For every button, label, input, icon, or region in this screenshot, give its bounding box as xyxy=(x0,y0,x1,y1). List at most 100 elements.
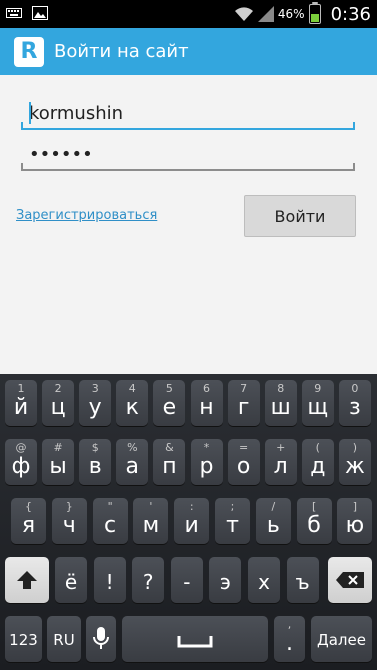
key-label: л xyxy=(273,454,288,479)
key-hint: 3 xyxy=(91,382,99,395)
clock: 0:36 xyxy=(330,3,371,25)
key-ш[interactable]: 8ш xyxy=(264,380,297,426)
key-ф[interactable]: @ ф xyxy=(5,439,37,485)
key-ы[interactable]: # ы xyxy=(42,439,75,485)
key-л[interactable]: + л xyxy=(264,439,297,485)
key-х[interactable]: х xyxy=(248,557,280,603)
key-й[interactable]: 1й xyxy=(5,380,37,426)
key-ё[interactable]: ё xyxy=(55,557,87,603)
key-hint: 6 xyxy=(203,382,210,395)
key-к[interactable]: 4к xyxy=(116,380,149,426)
period-char: . xyxy=(286,631,293,656)
app-logo-icon[interactable]: R xyxy=(14,37,44,67)
key-э[interactable]: э xyxy=(209,557,242,603)
key-![interactable]: ! xyxy=(93,557,126,603)
voice-input-key[interactable] xyxy=(86,616,116,662)
key-label: х xyxy=(258,570,270,594)
key-hint: @ xyxy=(15,441,27,454)
key-label: ц xyxy=(50,395,66,420)
key-hint: # xyxy=(53,441,63,454)
key-hint: $ xyxy=(91,441,99,454)
login-button[interactable]: Войти xyxy=(244,195,356,237)
key-ц[interactable]: 2ц xyxy=(42,380,75,426)
key-label: ф xyxy=(11,454,31,479)
key-hint: 1 xyxy=(17,382,25,395)
key-hint: ; xyxy=(230,500,235,513)
key-label: й xyxy=(13,395,29,420)
key-hint: } xyxy=(65,500,73,513)
key-б[interactable]: [б xyxy=(296,498,332,544)
period-key[interactable]: , . xyxy=(274,616,305,662)
key-label: щ xyxy=(307,395,329,420)
password-field[interactable] xyxy=(21,137,355,171)
key-д[interactable]: (д xyxy=(301,439,334,485)
key-label: - xyxy=(183,570,191,594)
key-hint: 5 xyxy=(165,382,173,395)
space-bar-icon xyxy=(177,636,213,648)
key-hint: + xyxy=(276,441,286,454)
key-label: к xyxy=(125,395,139,420)
mode-123-key[interactable]: 123 xyxy=(5,616,42,662)
key-т[interactable]: ; т xyxy=(215,498,250,544)
key-я[interactable]: {я xyxy=(11,498,46,544)
next-key[interactable]: Далее xyxy=(311,616,372,662)
key-hint: [ xyxy=(311,500,317,513)
key-label: е xyxy=(162,395,177,420)
image-notification-icon xyxy=(32,6,48,20)
key-hint: 2 xyxy=(54,382,62,395)
status-bar: 46% 0:36 xyxy=(0,0,377,28)
password-input[interactable] xyxy=(21,137,355,171)
key-и[interactable]: :и xyxy=(174,498,210,544)
key-label: ъ xyxy=(295,570,310,594)
key-с[interactable]: " с xyxy=(92,498,128,544)
key-о[interactable]: = о xyxy=(227,439,260,485)
signal-icon xyxy=(257,6,274,22)
key-hint: % xyxy=(127,441,138,454)
key-label: г xyxy=(237,395,250,420)
username-input[interactable] xyxy=(21,96,355,130)
page-title: Войти на сайт xyxy=(54,41,189,62)
key-label: ё xyxy=(64,570,78,594)
key-label: ! xyxy=(105,570,114,594)
key-е[interactable]: 5е xyxy=(153,380,186,426)
register-link[interactable]: Зарегистрироваться xyxy=(16,208,157,223)
key-у[interactable]: 3у xyxy=(79,380,112,426)
key-hint: 8 xyxy=(277,382,285,395)
key--[interactable]: - xyxy=(170,557,203,603)
space-key[interactable] xyxy=(122,616,268,662)
key-hint: { xyxy=(25,500,32,513)
key-label: ы xyxy=(49,454,67,479)
key-в[interactable]: $ в xyxy=(79,439,112,485)
key-ж[interactable]: ) ж xyxy=(338,439,371,485)
key-м[interactable]: ' м xyxy=(133,498,169,544)
key-щ[interactable]: 9щ xyxy=(301,380,334,426)
key-hint: ) xyxy=(352,441,358,454)
key-п[interactable]: & п xyxy=(153,439,186,485)
key-hint: : xyxy=(189,500,194,513)
text-cursor xyxy=(29,102,31,124)
key-label: з xyxy=(349,395,361,420)
soft-keyboard: 1 й 2 ц 3 у 4 к 5 е 6 н 7 г 8 ш 9 щ 0 з @ ф # ы $ в% а & п * р = о + л(д) ж… xyxy=(0,374,377,670)
key-hint: 7 xyxy=(240,382,248,395)
username-field[interactable] xyxy=(21,96,355,130)
key-а[interactable]: % а xyxy=(116,439,149,485)
key-ъ[interactable]: ъ xyxy=(286,557,319,603)
key-ь[interactable]: / ь xyxy=(255,498,291,544)
key-ю[interactable]: ] ю xyxy=(337,498,373,544)
key-з[interactable]: 0з xyxy=(338,380,371,426)
key-ч[interactable]: } ч xyxy=(51,498,87,544)
key-label: ч xyxy=(62,513,76,538)
key-г[interactable]: 7г xyxy=(227,380,260,426)
key-н[interactable]: 6н xyxy=(190,380,223,426)
key-?[interactable]: ? xyxy=(132,557,165,603)
key-label: в xyxy=(88,454,102,479)
next-label: Далее xyxy=(317,631,366,649)
language-key[interactable]: RU xyxy=(47,616,81,662)
backspace-icon xyxy=(336,572,364,588)
shift-key[interactable] xyxy=(5,557,49,603)
key-р[interactable]: * р xyxy=(190,439,223,485)
backspace-key[interactable] xyxy=(328,557,372,603)
key-label: ж xyxy=(344,454,365,479)
period-hint: , xyxy=(287,618,292,631)
battery-icon xyxy=(308,2,321,24)
